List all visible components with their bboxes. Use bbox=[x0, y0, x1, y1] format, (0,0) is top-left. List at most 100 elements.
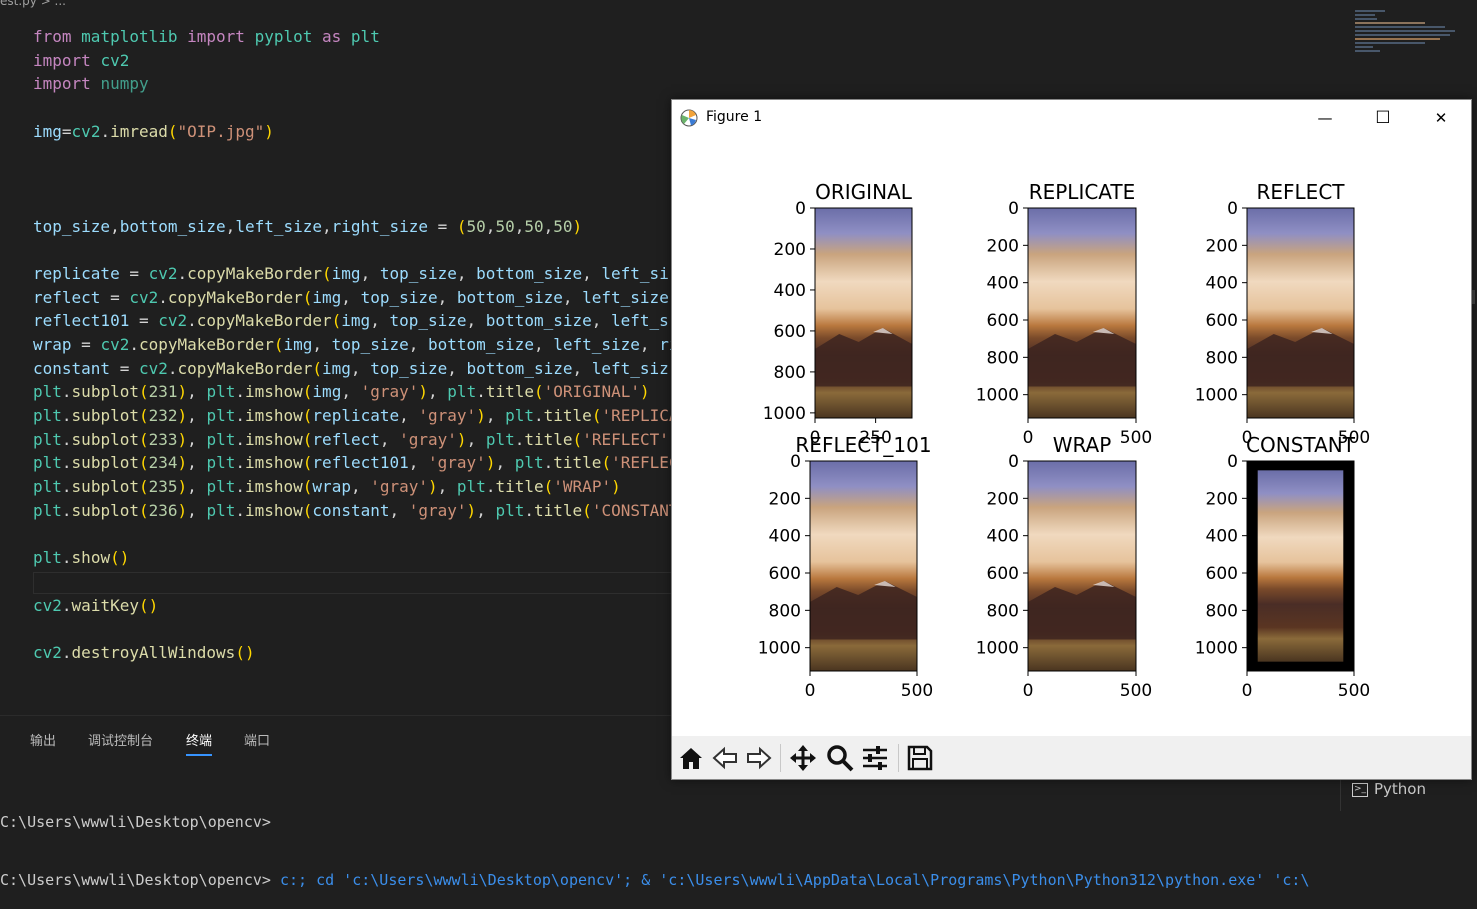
y-tick-label: 200 bbox=[1206, 489, 1238, 509]
code-line[interactable]: constant = cv2.copyMakeBorder(img, top_s… bbox=[33, 357, 679, 381]
code-line[interactable]: reflect = cv2.copyMakeBorder(img, top_si… bbox=[33, 286, 679, 310]
home-icon[interactable] bbox=[677, 744, 705, 772]
code-line[interactable] bbox=[33, 522, 679, 546]
minimize-button[interactable]: — bbox=[1296, 100, 1354, 136]
code-line[interactable]: plt.subplot(233), plt.imshow(reflect, 'g… bbox=[33, 428, 679, 452]
code-token: ( bbox=[456, 216, 467, 236]
code-token: cv2 bbox=[33, 595, 62, 615]
code-line[interactable]: plt.subplot(231), plt.imshow(img, 'gray'… bbox=[33, 380, 679, 404]
code-token: img bbox=[331, 263, 361, 283]
code-token: , bbox=[456, 263, 477, 283]
code-token: plt bbox=[206, 453, 236, 473]
code-token: ) bbox=[418, 382, 429, 402]
configure-icon[interactable] bbox=[861, 744, 889, 772]
code-line[interactable]: top_size,bottom_size,left_size,right_siz… bbox=[33, 215, 679, 239]
code-token: plt bbox=[33, 382, 62, 402]
code-token: plt bbox=[447, 382, 477, 402]
maximize-button[interactable]: ☐ bbox=[1354, 100, 1412, 136]
panel-tab[interactable]: 输出 bbox=[30, 730, 56, 749]
code-token: , bbox=[379, 429, 400, 449]
code-token: , bbox=[485, 406, 506, 425]
code-line[interactable]: wrap = cv2.copyMakeBorder(img, top_size,… bbox=[33, 333, 679, 357]
figure-titlebar[interactable]: Figure 1 — ☐ ✕ bbox=[672, 100, 1471, 136]
code-line[interactable]: reflect101 = cv2.copyMakeBorder(img, top… bbox=[33, 309, 679, 333]
code-token: top_size bbox=[360, 287, 438, 307]
code-token: left_size bbox=[235, 216, 323, 236]
code-line[interactable]: plt.subplot(232), plt.imshow(replicate, … bbox=[33, 404, 679, 428]
code-token: ( bbox=[138, 453, 149, 473]
code-token: ) bbox=[177, 406, 188, 425]
code-token: () bbox=[138, 595, 159, 615]
code-token: , bbox=[437, 287, 457, 307]
code-token: ( bbox=[331, 311, 342, 331]
figure-window[interactable]: Figure 1 — ☐ ✕ ORIGINAL 0 200 400 600 800 1000… bbox=[671, 99, 1472, 780]
code-token: ( bbox=[138, 500, 149, 520]
code-token: . bbox=[534, 406, 544, 425]
code-token: . bbox=[476, 382, 486, 402]
subplot-title: REFLECT bbox=[1257, 180, 1346, 204]
panel-tab[interactable]: 终端 bbox=[186, 730, 213, 756]
code-token: 'gray' bbox=[418, 406, 477, 425]
code-token: . bbox=[61, 382, 72, 402]
subplot-title: ORIGINAL bbox=[815, 180, 913, 204]
code-token: imshow bbox=[244, 382, 303, 402]
code-token: left_s bbox=[611, 311, 669, 331]
code-token: , bbox=[225, 216, 236, 236]
code-line[interactable]: cv2.waitKey() bbox=[33, 594, 679, 618]
code-line[interactable]: replicate = cv2.copyMakeBorder(img, top_… bbox=[33, 262, 679, 286]
code-line[interactable]: plt.show() bbox=[33, 546, 679, 570]
code-line[interactable] bbox=[33, 191, 679, 215]
minimap[interactable] bbox=[1355, 8, 1475, 78]
code-token: = bbox=[100, 287, 130, 307]
scrollbar-thumb[interactable] bbox=[1472, 290, 1475, 304]
save-icon[interactable] bbox=[906, 744, 934, 772]
code-line[interactable] bbox=[33, 143, 679, 167]
code-line[interactable]: plt.subplot(236), plt.imshow(constant, '… bbox=[33, 499, 679, 523]
code-line[interactable] bbox=[33, 617, 679, 641]
code-token: . bbox=[177, 263, 188, 283]
code-token: subplot bbox=[71, 500, 139, 520]
panel-tab[interactable]: 端口 bbox=[244, 730, 270, 749]
terminal-output[interactable]: C:\Users\wwwli\Desktop\opencv> C:\Users\… bbox=[0, 775, 1309, 909]
figure-canvas[interactable]: ORIGINAL020040060080010000 250REPLICATE02… bbox=[672, 136, 1471, 735]
zoom-icon[interactable] bbox=[826, 744, 854, 772]
code-line[interactable] bbox=[33, 167, 679, 191]
code-line[interactable]: img=cv2.imread("OIP.jpg") bbox=[33, 120, 679, 144]
code-line[interactable] bbox=[33, 238, 679, 262]
code-token: show bbox=[71, 548, 111, 568]
code-token: , bbox=[187, 429, 207, 449]
code-line[interactable]: plt.subplot(234), plt.imshow(reflect101,… bbox=[33, 451, 679, 475]
code-token: = bbox=[71, 334, 101, 354]
code-lines[interactable]: from matplotlib import pyplot as plt impo… bbox=[33, 25, 679, 665]
code-token: = bbox=[61, 121, 72, 141]
code-token: copyMakeBorder bbox=[177, 358, 313, 378]
terminal-prompt: C:\Users\wwwli\Desktop\opencv> bbox=[0, 871, 280, 889]
y-tick-label: 600 bbox=[769, 564, 801, 584]
code-token: destroyAllWindows bbox=[71, 642, 236, 662]
pan-icon[interactable] bbox=[789, 744, 817, 772]
code-line[interactable]: cv2.destroyAllWindows() bbox=[33, 641, 679, 665]
close-button[interactable]: ✕ bbox=[1412, 100, 1470, 136]
code-token: img bbox=[283, 334, 313, 354]
code-token: ) bbox=[466, 500, 477, 520]
code-line[interactable]: import cv2 bbox=[33, 49, 679, 73]
terminal-list-item-python[interactable]: >_ Python bbox=[1352, 780, 1426, 798]
code-token: replicate bbox=[312, 406, 400, 425]
code-line[interactable] bbox=[33, 96, 679, 120]
forward-icon[interactable] bbox=[744, 744, 772, 772]
code-token: , bbox=[428, 382, 448, 402]
code-line[interactable]: import numpy bbox=[33, 72, 679, 96]
code-token: . bbox=[543, 453, 554, 473]
back-icon[interactable] bbox=[712, 744, 740, 772]
panel-tab[interactable]: 调试控制台 bbox=[88, 730, 153, 749]
code-token: . bbox=[61, 453, 72, 473]
code-line[interactable]: plt.subplot(235), plt.imshow(wrap, 'gray… bbox=[33, 475, 679, 499]
y-tick-label: 600 bbox=[987, 311, 1019, 331]
code-token: , bbox=[312, 334, 332, 354]
code-token: ( bbox=[572, 429, 583, 449]
code-line[interactable]: from matplotlib import pyplot as plt bbox=[33, 25, 679, 49]
code-line[interactable] bbox=[33, 570, 679, 594]
code-token: , bbox=[485, 216, 496, 236]
breadcrumb[interactable]: est.py > ... bbox=[0, 0, 66, 8]
code-token: waitKey bbox=[71, 595, 139, 615]
